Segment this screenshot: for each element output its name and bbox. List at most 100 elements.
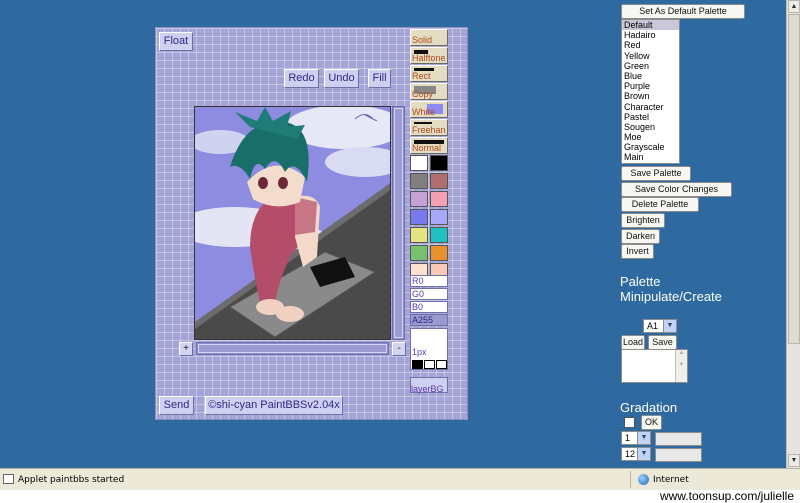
list-item[interactable]: Blue <box>622 71 679 81</box>
blue-value[interactable]: B0 <box>410 301 448 313</box>
page-icon <box>3 474 14 484</box>
load-button[interactable]: Load <box>621 335 645 350</box>
gradation-select-1[interactable]: 1 ▼ <box>621 431 651 445</box>
freehand-icon <box>414 122 432 124</box>
list-item[interactable]: Pastel <box>622 112 679 122</box>
set-default-palette-button[interactable]: Set As Default Palette <box>621 4 745 19</box>
green-value[interactable]: G0 <box>410 288 448 300</box>
fill-button[interactable]: Fill <box>368 69 391 88</box>
save-color-changes-button[interactable]: Save Color Changes <box>621 182 732 197</box>
canvas-horizontal-scrollbar[interactable] <box>196 342 389 355</box>
browser-viewport: Float Redo Undo Fill + - Send ©shi-cyan … <box>0 0 786 468</box>
drawing-canvas[interactable] <box>194 106 391 340</box>
list-item[interactable]: Red <box>622 40 679 50</box>
pen-size-label: 1px <box>412 347 427 357</box>
chevron-down-icon: ▼ <box>663 320 676 332</box>
color-swatch[interactable] <box>430 245 448 261</box>
gradation-select-2[interactable]: 12 ▼ <box>621 447 651 461</box>
list-item[interactable]: Yellow <box>622 51 679 61</box>
darken-button[interactable]: Darken <box>621 229 660 244</box>
list-item[interactable]: Purple <box>622 81 679 91</box>
send-button[interactable]: Send <box>159 396 194 415</box>
alpha-value[interactable]: A255 <box>410 314 448 326</box>
gradation-checkbox[interactable] <box>624 417 635 428</box>
tool-label: Copy <box>412 89 434 99</box>
palette-list[interactable]: Default Hadairo Red Yellow Green Blue Pu… <box>621 19 680 164</box>
color-swatch[interactable] <box>410 227 428 243</box>
gradation-field-2[interactable] <box>655 448 702 462</box>
tool-label: Halftone <box>412 53 446 63</box>
zoom-out-button[interactable]: - <box>392 342 406 356</box>
color-swatch[interactable] <box>410 245 428 261</box>
site-credit: www.toonsup.com/julielle <box>659 489 794 503</box>
pen-size-medium[interactable] <box>424 360 435 369</box>
list-item[interactable]: Default <box>622 20 679 31</box>
color-swatch[interactable] <box>410 155 428 171</box>
tool-solid[interactable]: Solid <box>410 29 448 46</box>
palette-heading: Palette <box>620 274 661 289</box>
status-divider <box>630 471 631 488</box>
status-bar: Applet paintbbs started Internet <box>0 468 800 490</box>
select-value: 1 <box>625 433 631 443</box>
canvas-vscroll-thumb[interactable] <box>394 108 403 338</box>
layer-button[interactable]: layerBG <box>410 377 448 394</box>
chevron-down-icon: ▼ <box>637 448 650 460</box>
canvas-vertical-scrollbar[interactable] <box>392 106 405 340</box>
paintbbs-applet: Float Redo Undo Fill + - Send ©shi-cyan … <box>155 27 468 420</box>
save-palette-button[interactable]: Save Palette <box>621 166 691 181</box>
internet-globe-icon <box>638 474 649 485</box>
palette-data-textarea[interactable]: ▲ ▼ <box>621 349 688 383</box>
color-swatch[interactable] <box>430 155 448 171</box>
color-swatch[interactable] <box>430 209 448 225</box>
slot-value: A1 <box>647 321 659 331</box>
color-swatch[interactable] <box>410 191 428 207</box>
canvas-hscroll-thumb[interactable] <box>198 344 387 353</box>
color-swatch[interactable] <box>430 191 448 207</box>
list-item[interactable]: Character <box>622 102 679 112</box>
tool-freehand[interactable]: Freehan <box>410 119 448 136</box>
redo-button[interactable]: Redo <box>284 69 319 88</box>
tool-copy[interactable]: Copy <box>410 83 448 100</box>
scroll-down-arrow[interactable]: ▼ <box>788 454 800 467</box>
zoom-in-button[interactable]: + <box>179 342 193 356</box>
textarea-scrollbar[interactable]: ▲ ▼ <box>675 350 687 382</box>
list-item[interactable]: Moe <box>622 132 679 142</box>
delete-palette-button[interactable]: Delete Palette <box>621 197 699 212</box>
palette-slot-select[interactable]: A1 ▼ <box>643 319 677 333</box>
color-swatch[interactable] <box>430 173 448 189</box>
pen-size-large[interactable] <box>436 360 447 369</box>
page-vertical-scrollbar[interactable]: ▲ ▼ <box>786 0 800 468</box>
float-button[interactable]: Float <box>159 32 193 51</box>
brighten-button[interactable]: Brighten <box>621 213 665 228</box>
list-item[interactable]: Sougen <box>622 122 679 132</box>
gradation-field-1[interactable] <box>655 432 702 446</box>
tool-label: White <box>412 107 436 117</box>
tool-rect[interactable]: Rect <box>410 65 448 82</box>
list-item[interactable]: Brown <box>622 91 679 101</box>
tool-label: Solid <box>412 35 433 45</box>
list-item[interactable]: Main <box>622 152 679 162</box>
select-value: 12 <box>625 449 636 459</box>
palette-subheading: Minipulate/Create <box>620 289 722 304</box>
tool-white[interactable]: White <box>410 101 448 118</box>
color-swatch[interactable] <box>410 173 428 189</box>
scroll-thumb[interactable] <box>788 14 800 344</box>
list-item[interactable]: Green <box>622 61 679 71</box>
invert-button[interactable]: Invert <box>621 244 654 259</box>
chevron-down-icon: ▼ <box>637 432 650 444</box>
gradation-heading: Gradation <box>620 400 678 415</box>
tool-normal[interactable]: Normal <box>410 137 448 154</box>
red-value[interactable]: R0 <box>410 275 448 287</box>
list-item[interactable]: Hadairo <box>622 30 679 40</box>
tool-label: Freehan <box>412 125 446 135</box>
save-button[interactable]: Save <box>648 335 677 350</box>
tool-halftone[interactable]: Halftone <box>410 47 448 64</box>
scroll-up-arrow[interactable]: ▲ <box>788 0 800 13</box>
list-item[interactable]: Grayscale <box>622 142 679 152</box>
undo-button[interactable]: Undo <box>324 69 359 88</box>
canvas-artwork <box>195 107 390 339</box>
color-swatch[interactable] <box>430 227 448 243</box>
pen-size-small[interactable] <box>412 360 423 369</box>
color-swatch[interactable] <box>410 209 428 225</box>
gradation-ok-button[interactable]: OK <box>641 415 662 430</box>
